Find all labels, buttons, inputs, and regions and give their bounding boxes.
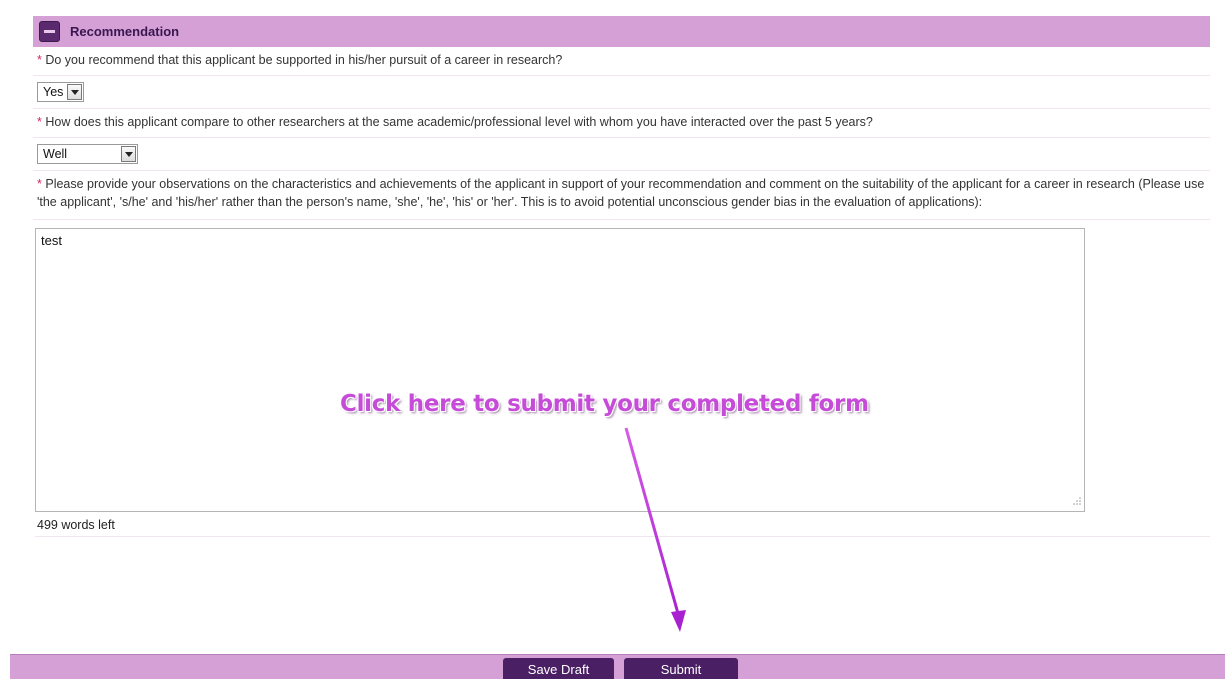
- textarea-row: test 499 words left: [33, 219, 1210, 537]
- recommendation-section: Recommendation * Do you recommend that t…: [33, 16, 1210, 537]
- question-1: * Do you recommend that this applicant b…: [33, 47, 1210, 75]
- answer-row-2: Well: [33, 137, 1210, 171]
- annotation-text: Click here to submit your completed form: [340, 391, 869, 417]
- required-mark: *: [37, 177, 42, 191]
- observations-textarea[interactable]: test: [35, 228, 1085, 512]
- submit-button[interactable]: Submit: [624, 658, 738, 679]
- required-mark: *: [37, 115, 42, 129]
- recommend-select-value: Yes: [43, 85, 64, 99]
- words-left-counter: 499 words left: [35, 512, 1210, 537]
- compare-select[interactable]: Well: [37, 144, 138, 164]
- footer-bar: Save Draft Submit: [10, 654, 1225, 679]
- question-2-text: How does this applicant compare to other…: [45, 115, 873, 129]
- recommend-select[interactable]: Yes: [37, 82, 85, 102]
- question-3: * Please provide your observations on th…: [33, 171, 1210, 219]
- minus-icon: [44, 30, 55, 33]
- question-1-text: Do you recommend that this applicant be …: [45, 53, 563, 67]
- question-2: * How does this applicant compare to oth…: [33, 109, 1210, 137]
- required-mark: *: [37, 53, 42, 67]
- compare-select-value: Well: [43, 147, 68, 161]
- chevron-down-icon[interactable]: [121, 146, 136, 162]
- save-draft-button[interactable]: Save Draft: [503, 658, 614, 679]
- section-title: Recommendation: [70, 24, 180, 39]
- page: Recommendation * Do you recommend that t…: [0, 0, 1225, 679]
- section-header: Recommendation: [33, 16, 1210, 47]
- chevron-down-icon[interactable]: [67, 84, 83, 100]
- collapse-icon[interactable]: [39, 21, 60, 42]
- observations-text: test: [41, 233, 62, 248]
- answer-row-1: Yes: [33, 75, 1210, 109]
- question-3-text: Please provide your observations on the …: [37, 177, 1205, 209]
- resize-grip-icon[interactable]: [1072, 493, 1081, 508]
